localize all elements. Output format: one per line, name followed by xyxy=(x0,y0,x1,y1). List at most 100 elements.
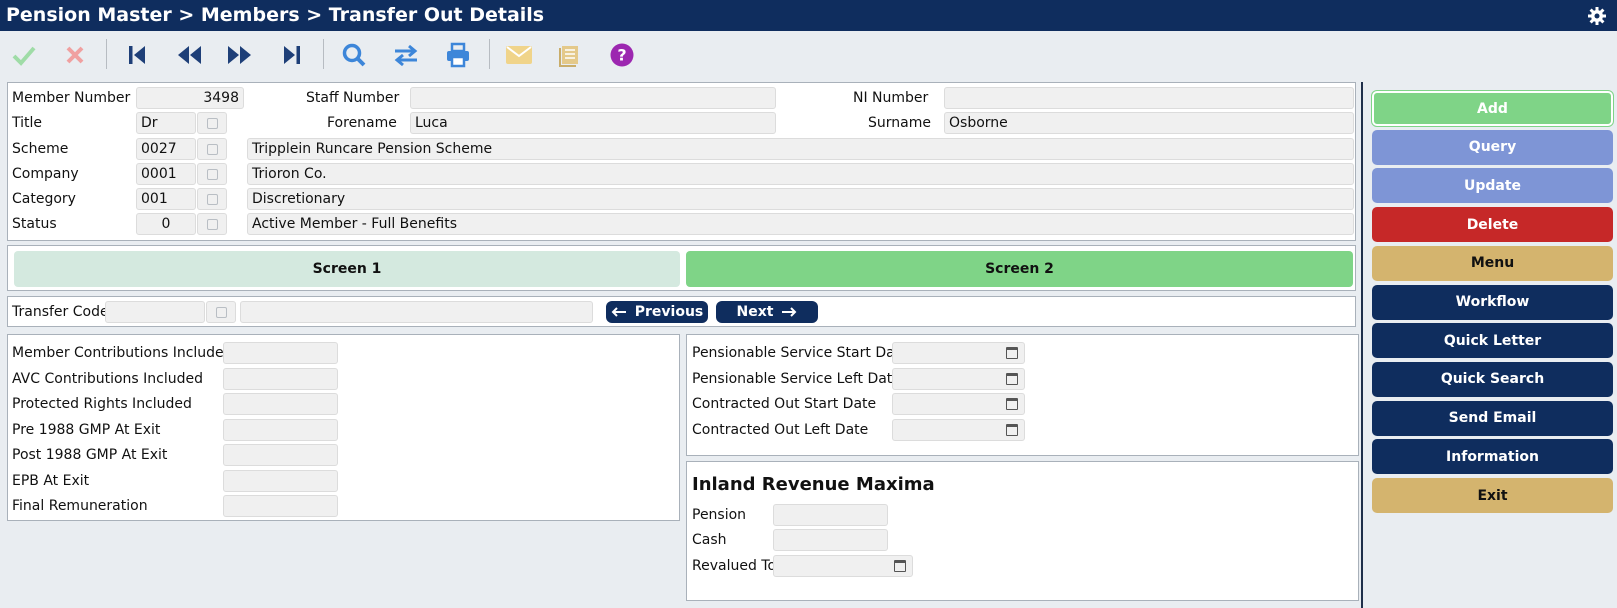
member-number-label: Member Number xyxy=(12,90,131,106)
title-lookup-icon[interactable] xyxy=(197,112,227,134)
inland-revenue-maxima-heading: Inland Revenue Maxima xyxy=(692,474,935,495)
previous-button[interactable]: Previous xyxy=(606,301,708,323)
transfer-description-field xyxy=(240,301,593,323)
date-field-label: Contracted Out Left Date xyxy=(692,421,869,438)
date-field-label: Pensionable Service Start Date xyxy=(692,345,909,361)
check-icon[interactable] xyxy=(8,39,40,71)
update-button[interactable]: Update xyxy=(1372,168,1613,204)
company-lookup-icon[interactable] xyxy=(197,163,227,185)
date-field-input[interactable] xyxy=(892,367,1025,390)
left-field-label: Protected Rights Included xyxy=(12,396,192,412)
status-name-field: Active Member - Full Benefits xyxy=(247,213,1354,235)
category-lookup-icon[interactable] xyxy=(197,188,227,210)
date-field-label: Pensionable Service Left Date xyxy=(692,370,901,387)
next-record-icon[interactable] xyxy=(224,39,256,71)
calendar-icon[interactable] xyxy=(894,560,906,572)
scheme-label: Scheme xyxy=(12,141,69,157)
revalued-to-label: Revalued To xyxy=(692,558,777,574)
cancel-icon[interactable] xyxy=(59,39,91,71)
title-label: Title xyxy=(12,115,43,131)
left-field-label: Pre 1988 GMP At Exit xyxy=(12,421,161,438)
date-field-input[interactable] xyxy=(892,393,1025,415)
screen-1-button[interactable]: Screen 1 xyxy=(14,251,680,287)
transfer-code-field[interactable] xyxy=(105,301,205,323)
ni-number-field[interactable] xyxy=(944,87,1354,109)
ni-number-label: NI Number xyxy=(853,90,929,106)
left-field-input[interactable] xyxy=(223,444,338,466)
company-code-field[interactable]: 0001 xyxy=(136,163,196,185)
title-bar: Pension Master > Members > Transfer Out … xyxy=(0,0,1617,31)
help-icon[interactable]: ? xyxy=(606,39,638,71)
quick-search-button[interactable]: Quick Search xyxy=(1372,361,1613,397)
email-icon[interactable] xyxy=(503,39,535,71)
company-label: Company xyxy=(12,166,79,182)
left-field-label: AVC Contributions Included xyxy=(12,370,204,387)
gear-icon[interactable] xyxy=(1587,6,1607,26)
status-code-field[interactable]: 0 xyxy=(136,213,196,235)
status-lookup-icon[interactable] xyxy=(197,213,227,235)
title-field[interactable]: Dr xyxy=(136,112,196,134)
calendar-icon[interactable] xyxy=(1006,372,1018,385)
workflow-button[interactable]: Workflow xyxy=(1372,284,1613,320)
swap-icon[interactable] xyxy=(390,39,422,71)
arrow-left-icon xyxy=(611,307,626,317)
print-icon[interactable] xyxy=(442,39,474,71)
delete-button[interactable]: Delete xyxy=(1372,207,1613,243)
surname-field[interactable]: Osborne xyxy=(944,112,1354,134)
surname-label: Surname xyxy=(868,115,931,131)
company-name-field: Trioron Co. xyxy=(247,163,1354,185)
next-label: Next xyxy=(736,304,774,320)
left-field-label: EPB At Exit xyxy=(12,472,90,489)
sidebar-divider xyxy=(1361,82,1363,608)
transfer-code-label: Transfer Code xyxy=(12,304,109,320)
add-button[interactable]: Add xyxy=(1372,91,1613,126)
category-label: Category xyxy=(12,191,76,207)
calendar-icon[interactable] xyxy=(1006,347,1018,359)
left-field-input[interactable] xyxy=(223,469,338,492)
revalued-to-field[interactable] xyxy=(773,555,913,577)
pension-label: Pension xyxy=(692,507,747,523)
date-field-input[interactable] xyxy=(892,342,1025,364)
exit-button[interactable]: Exit xyxy=(1372,478,1613,513)
staff-number-field[interactable] xyxy=(410,87,776,109)
information-button[interactable]: Information xyxy=(1372,439,1613,475)
calendar-icon[interactable] xyxy=(1006,423,1018,436)
date-field-input[interactable] xyxy=(892,418,1025,441)
category-name-field: Discretionary xyxy=(247,188,1354,210)
screen-2-button[interactable]: Screen 2 xyxy=(686,251,1353,287)
scheme-name-field: Tripplein Runcare Pension Scheme xyxy=(247,138,1354,160)
left-field-input[interactable] xyxy=(223,495,338,517)
left-field-input[interactable] xyxy=(223,393,338,415)
previous-label: Previous xyxy=(634,304,704,320)
forename-field[interactable]: Luca xyxy=(410,112,776,134)
left-field-label: Member Contributions Included xyxy=(12,345,233,361)
last-record-icon[interactable] xyxy=(276,39,308,71)
query-button[interactable]: Query xyxy=(1372,129,1613,165)
left-field-label: Final Remuneration xyxy=(12,498,148,514)
pension-field[interactable] xyxy=(773,504,888,526)
search-icon[interactable] xyxy=(338,39,370,71)
transfer-code-lookup-icon[interactable] xyxy=(206,301,236,323)
scheme-lookup-icon[interactable] xyxy=(197,138,227,160)
left-field-input[interactable] xyxy=(223,342,338,364)
previous-record-icon[interactable] xyxy=(173,39,205,71)
svg-text:?: ? xyxy=(617,46,626,65)
menu-button[interactable]: Menu xyxy=(1372,245,1613,281)
cash-label: Cash xyxy=(692,532,727,548)
notebook-icon[interactable] xyxy=(554,39,586,71)
send-email-button[interactable]: Send Email xyxy=(1372,400,1613,436)
cash-field[interactable] xyxy=(773,529,888,551)
page-title: Pension Master > Members > Transfer Out … xyxy=(6,4,545,26)
scheme-code-field[interactable]: 0027 xyxy=(136,138,196,160)
category-code-field[interactable]: 001 xyxy=(136,188,196,210)
member-number-field[interactable]: 3498 xyxy=(136,87,244,109)
left-field-label: Post 1988 GMP At Exit xyxy=(12,447,168,463)
arrow-right-icon xyxy=(782,307,797,317)
first-record-icon[interactable] xyxy=(121,39,153,71)
calendar-icon[interactable] xyxy=(1006,398,1018,410)
forename-label: Forename xyxy=(327,115,397,131)
quick-letter-button[interactable]: Quick Letter xyxy=(1372,323,1613,359)
next-button[interactable]: Next xyxy=(716,301,818,323)
left-field-input[interactable] xyxy=(223,418,338,441)
left-field-input[interactable] xyxy=(223,367,338,390)
